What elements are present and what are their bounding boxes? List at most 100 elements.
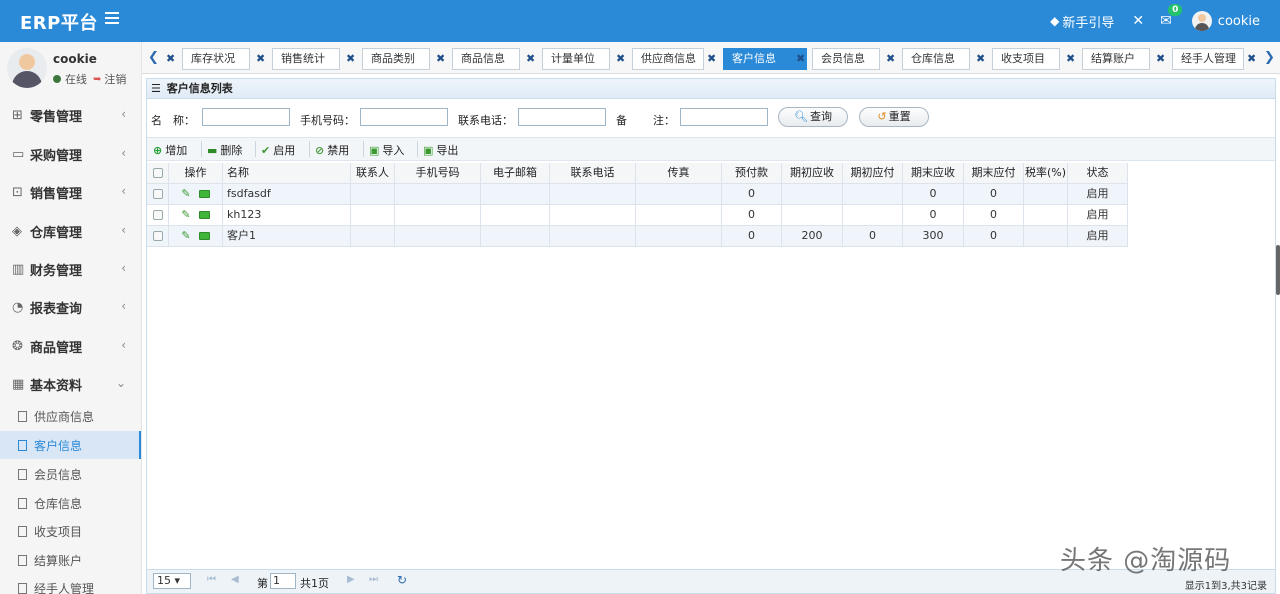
close-icon[interactable]: ✖ (1247, 48, 1256, 70)
tab-income-expense[interactable]: 收支项目 (992, 48, 1060, 70)
row-checkbox[interactable] (152, 189, 163, 199)
column-header[interactable]: 期初应收 (782, 163, 843, 184)
enable-button[interactable]: ✔ 启用 (261, 142, 295, 158)
edit-icon[interactable]: ✎ (181, 208, 190, 221)
add-button[interactable]: ⊕ 增加 (153, 142, 187, 158)
close-icon[interactable]: ✖ (616, 48, 625, 70)
close-icon[interactable]: ✖ (707, 48, 716, 70)
close-icon[interactable]: ✖ (436, 48, 445, 70)
tel-input[interactable] (518, 108, 606, 126)
logout-link[interactable]: 注销 (104, 71, 126, 87)
close-icon[interactable]: ✖ (166, 48, 175, 70)
row-checkbox-cell[interactable] (147, 226, 169, 247)
tab-goods-category[interactable]: 商品类别 (362, 48, 430, 70)
row-checkbox-cell[interactable] (147, 205, 169, 226)
sidebar-item-retail[interactable]: ⊞ 零售管理 ‹ (0, 96, 141, 134)
tab-sales-stats[interactable]: 销售统计 (272, 48, 340, 70)
sidebar-item-sales[interactable]: ⊡ 销售管理 ‹ (0, 173, 141, 211)
close-icon[interactable]: ✖ (886, 48, 895, 70)
column-header[interactable]: 名称 (223, 163, 351, 184)
row-checkbox[interactable] (152, 210, 163, 220)
delete-icon[interactable] (198, 190, 210, 198)
column-header[interactable]: 状态 (1068, 163, 1128, 184)
mail-button[interactable]: ✉ 0 (1160, 4, 1183, 29)
tab-customer[interactable]: 客户信息 (723, 48, 807, 70)
page-number-input[interactable]: 1 (270, 573, 296, 589)
sidebar-item-warehouse[interactable]: ◈ 仓库管理 ‹ (0, 212, 141, 250)
grid-toolbar: ⊕ 增加 ▬ 删除 ✔ 启用 ⊘ 禁用 ▣ 导入 ▣ 导出 (147, 137, 1275, 161)
tab-unit[interactable]: 计量单位 (542, 48, 610, 70)
close-icon[interactable]: ✖ (1066, 48, 1075, 70)
name-input[interactable] (202, 108, 290, 126)
disable-label: 禁用 (327, 144, 350, 157)
sidebar-item-basic-data[interactable]: ▦ 基本资料 ⌄ (0, 365, 141, 403)
tab-warehouse[interactable]: 仓库信息 (902, 48, 970, 70)
avatar[interactable] (1191, 11, 1212, 31)
chevron-right-icon[interactable]: ❯ (1264, 50, 1275, 65)
top-username[interactable]: cookie (1218, 14, 1260, 29)
guide-button[interactable]: ◆ 新手引导 (1050, 12, 1114, 31)
column-header[interactable]: 预付款 (722, 163, 782, 184)
column-header[interactable]: 联系电话 (550, 163, 636, 184)
tab-handler[interactable]: 经手人管理 (1172, 48, 1244, 70)
sidebar-item-finance[interactable]: ▥ 财务管理 ‹ (0, 250, 141, 288)
column-header[interactable]: 期末应收 (903, 163, 964, 184)
refresh-icon[interactable]: ↻ (397, 573, 407, 587)
delete-icon[interactable] (198, 211, 210, 219)
sidebar-subitem-member[interactable]: 会员信息 (0, 460, 141, 488)
query-button[interactable]: 🔍︎ 查询 (778, 107, 848, 127)
briefcase-icon: ⊡ (12, 184, 23, 200)
reset-button[interactable]: ↺ 重置 (859, 107, 929, 127)
close-icon[interactable]: ✖ (256, 48, 265, 70)
column-header[interactable]: 期初应付 (843, 163, 903, 184)
close-icon[interactable]: ✖ (796, 48, 805, 70)
close-icon[interactable]: ✖ (346, 48, 355, 70)
column-header[interactable]: 期末应付 (964, 163, 1024, 184)
sidebar-subitem-handler[interactable]: 经手人管理 (0, 574, 141, 594)
close-icon[interactable]: ✖ (1156, 48, 1165, 70)
sidebar-item-goods[interactable]: ❂ 商品管理 ‹ (0, 327, 141, 365)
tab-account[interactable]: 结算账户 (1082, 48, 1150, 70)
close-icon[interactable]: ✖ (976, 48, 985, 70)
scrollbar-thumb[interactable] (1276, 245, 1280, 295)
sidebar-item-purchase[interactable]: ▭ 采购管理 ‹ (0, 135, 141, 173)
logout-icon[interactable]: ➥ (93, 74, 101, 85)
row-checkbox-cell[interactable] (147, 184, 169, 205)
tab-member[interactable]: 会员信息 (812, 48, 880, 70)
tab-goods-info[interactable]: 商品信息 (452, 48, 520, 70)
sidebar-subitem-income-expense[interactable]: 收支项目 (0, 517, 141, 545)
menu-toggle-icon[interactable] (105, 12, 119, 26)
first-page-icon[interactable]: ⏮ (207, 574, 216, 585)
delete-button[interactable]: ▬ 删除 (207, 142, 242, 158)
column-header[interactable]: 联系人 (351, 163, 395, 184)
prev-page-icon[interactable]: ◀ (231, 574, 239, 585)
edit-icon[interactable]: ✎ (181, 187, 190, 200)
close-icon[interactable]: ✖ (526, 48, 535, 70)
remark-input[interactable] (680, 108, 768, 126)
delete-icon[interactable] (198, 232, 210, 240)
edit-icon[interactable]: ✎ (181, 229, 190, 242)
column-header[interactable]: 电子邮箱 (481, 163, 550, 184)
fullscreen-icon[interactable]: ✕ (1132, 13, 1144, 29)
disable-button[interactable]: ⊘ 禁用 (315, 142, 349, 158)
column-header[interactable]: 税率(%) (1024, 163, 1068, 184)
sidebar-item-reports[interactable]: ◔ 报表查询 ‹ (0, 288, 141, 326)
checkbox-all[interactable] (152, 168, 163, 178)
header-checkbox-cell[interactable] (147, 163, 169, 184)
chevron-left-icon[interactable]: ❮ (148, 50, 159, 65)
export-button[interactable]: ▣ 导出 (423, 142, 458, 158)
import-button[interactable]: ▣ 导入 (369, 142, 404, 158)
column-header[interactable]: 手机号码 (395, 163, 481, 184)
sidebar-subitem-customer[interactable]: 客户信息 (0, 431, 141, 459)
last-page-icon[interactable]: ⏭ (369, 574, 378, 585)
tab-inventory-status[interactable]: 库存状况 (182, 48, 250, 70)
mobile-input[interactable] (360, 108, 448, 126)
row-checkbox[interactable] (152, 231, 163, 241)
sidebar-subitem-supplier[interactable]: 供应商信息 (0, 402, 141, 430)
sidebar-subitem-account[interactable]: 结算账户 (0, 546, 141, 574)
page-size-select[interactable]: 15 ▾ (153, 573, 191, 589)
next-page-icon[interactable]: ▶ (347, 574, 355, 585)
sidebar-subitem-warehouse[interactable]: 仓库信息 (0, 489, 141, 517)
tab-supplier[interactable]: 供应商信息 (632, 48, 704, 70)
column-header[interactable]: 传真 (636, 163, 722, 184)
